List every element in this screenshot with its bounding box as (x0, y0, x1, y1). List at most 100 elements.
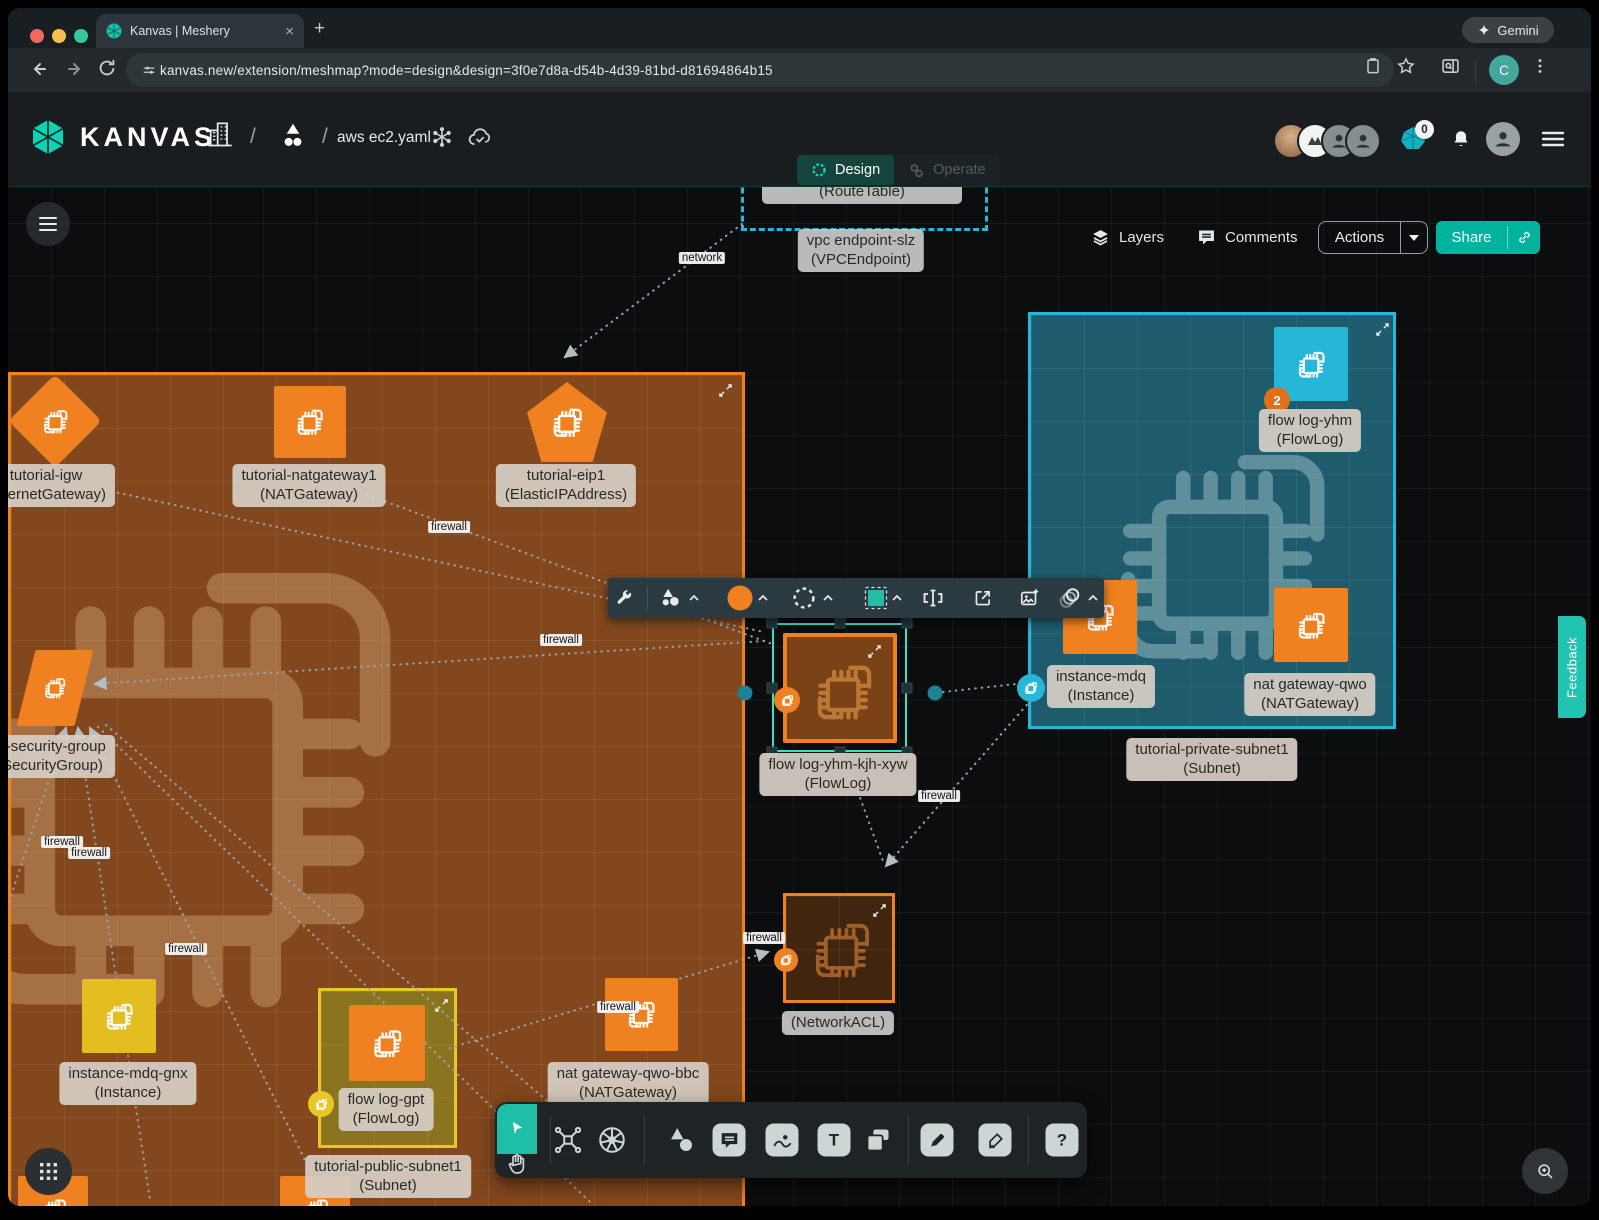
fill-color-expand-button[interactable] (757, 594, 769, 602)
side-panel-search-icon[interactable] (1440, 56, 1461, 82)
reload-button[interactable] (96, 57, 118, 84)
close-window-button[interactable] (30, 29, 44, 43)
component-tool[interactable] (553, 1125, 583, 1155)
bell-icon[interactable] (1450, 127, 1472, 156)
shape-fill-expand-button[interactable] (891, 594, 903, 602)
copy-link-icon[interactable] (1508, 229, 1540, 246)
nat-gateway-qwo-node[interactable] (1274, 588, 1348, 662)
resize-handle[interactable] (767, 618, 778, 629)
shapes-expand-button[interactable] (688, 594, 700, 602)
org-icon[interactable] (206, 119, 234, 156)
cloud-sync-icon[interactable] (466, 125, 494, 154)
border-style-button[interactable] (792, 586, 817, 611)
security-group-label: al-security-group(SecurityGroup) (8, 735, 115, 778)
tutorial-security-group-node[interactable] (17, 650, 94, 726)
select-tool[interactable] (497, 1104, 537, 1154)
tab-operate[interactable]: Operate (894, 155, 999, 185)
add-image-button[interactable] (1019, 587, 1042, 609)
tab-design[interactable]: Design (797, 155, 894, 185)
instance-mdq-gnx-node[interactable] (82, 979, 156, 1053)
resize-handle[interactable] (902, 682, 913, 693)
tab-favicon-icon (106, 23, 122, 39)
collapse-icon[interactable] (1376, 323, 1389, 336)
zoom-button[interactable] (1522, 1148, 1568, 1194)
forward-button[interactable] (62, 57, 86, 86)
group-style-expand-button[interactable] (1087, 594, 1099, 602)
browser-profile-avatar[interactable]: C (1489, 55, 1519, 85)
draw-tool[interactable] (979, 1124, 1012, 1157)
tutorial-igw-node[interactable] (8, 374, 101, 467)
chip-icon (1291, 344, 1332, 385)
network-acl-container[interactable] (783, 893, 895, 1003)
edge-tool[interactable] (921, 1124, 954, 1157)
minimize-window-button[interactable] (52, 29, 66, 43)
note-tool[interactable] (864, 1126, 892, 1154)
flow-log-gpt-label: flow log-gpt(FlowLog) (339, 1088, 434, 1131)
grid-view-button[interactable] (25, 1148, 72, 1195)
feedback-tab[interactable]: Feedback (1558, 616, 1586, 718)
collaborator-avatar[interactable] (1345, 123, 1381, 159)
tutorial-natgateway1-node[interactable] (274, 386, 346, 458)
browser-tab[interactable]: Kanvas | Meshery × (96, 14, 304, 48)
share-button[interactable]: Share (1436, 221, 1540, 254)
actions-button[interactable]: Actions (1318, 221, 1428, 254)
grid-dots-icon (39, 1162, 58, 1181)
chip-icon (39, 672, 71, 704)
gemini-button[interactable]: Gemini (1462, 17, 1554, 43)
rename-icon (921, 588, 945, 608)
resize-handle[interactable] (902, 618, 913, 629)
nat-gateway-qwo-bbc-node[interactable] (605, 978, 678, 1051)
meshery-notifications[interactable]: 0 (1399, 125, 1427, 158)
browser-menu-icon[interactable] (1530, 56, 1550, 81)
comment-tool[interactable] (713, 1124, 746, 1157)
chip-icon (778, 952, 794, 968)
help-tool[interactable]: ? (1046, 1124, 1079, 1157)
design-file-name[interactable]: aws ec2.yaml (337, 129, 431, 147)
fill-color-button[interactable] (728, 586, 753, 611)
kubernetes-tool[interactable] (597, 1125, 627, 1155)
new-tab-button[interactable]: + (314, 18, 325, 40)
instance-mdq-gnx-label: instance-mdq-gnx(Instance) (59, 1062, 196, 1105)
shapes-tool-button[interactable] (660, 587, 683, 610)
bookmark-star-icon[interactable] (1396, 56, 1416, 81)
back-button[interactable] (28, 57, 52, 86)
image-tool[interactable] (766, 1124, 799, 1157)
tutorial-natgateway1-label: tutorial-natgateway1(NATGateway) (232, 464, 385, 507)
save-icon[interactable] (1363, 56, 1383, 81)
connection-dot[interactable] (928, 686, 943, 701)
maximize-window-button[interactable] (74, 29, 88, 43)
resize-handle[interactable] (834, 618, 845, 629)
shape-fill-button[interactable] (864, 586, 888, 610)
connection-dot[interactable] (738, 686, 753, 701)
canvas-menu-button[interactable] (26, 202, 70, 246)
designs-icon[interactable] (278, 120, 308, 155)
actions-dropdown[interactable] (1401, 235, 1427, 241)
dock-divider (644, 1117, 645, 1163)
pan-tool[interactable] (505, 1152, 529, 1181)
kanvas-logo[interactable]: KANVAS (28, 117, 216, 157)
snowflake-icon[interactable] (430, 125, 454, 154)
flow-log-gpt-node[interactable] (349, 1005, 425, 1081)
border-style-expand-button[interactable] (822, 594, 834, 602)
shapes-tool[interactable] (666, 1125, 696, 1155)
group-style-button[interactable] (1058, 586, 1083, 611)
open-in-new-button[interactable] (973, 588, 994, 609)
collapse-icon[interactable] (873, 904, 886, 917)
configure-tool-button[interactable] (615, 589, 634, 608)
comments-button[interactable]: Comments (1196, 227, 1298, 248)
collapse-icon[interactable] (719, 384, 732, 397)
text-tool[interactable]: T (818, 1124, 851, 1157)
node-badge[interactable] (308, 1091, 334, 1117)
rename-button[interactable] (921, 588, 945, 608)
app-menu-icon[interactable] (1541, 129, 1565, 154)
help-label: ? (1057, 1130, 1067, 1150)
layers-button[interactable]: Layers (1090, 227, 1164, 248)
url-bar[interactable]: kanvas.new/extension/meshmap?mode=design… (126, 53, 1394, 87)
node-badge[interactable] (1017, 674, 1045, 702)
node-badge[interactable] (774, 687, 800, 713)
user-avatar[interactable] (1486, 122, 1520, 156)
tab-close-icon[interactable]: × (285, 23, 294, 40)
site-settings-icon[interactable] (140, 61, 158, 79)
node-badge[interactable] (774, 948, 798, 972)
collapse-icon[interactable] (435, 999, 448, 1012)
